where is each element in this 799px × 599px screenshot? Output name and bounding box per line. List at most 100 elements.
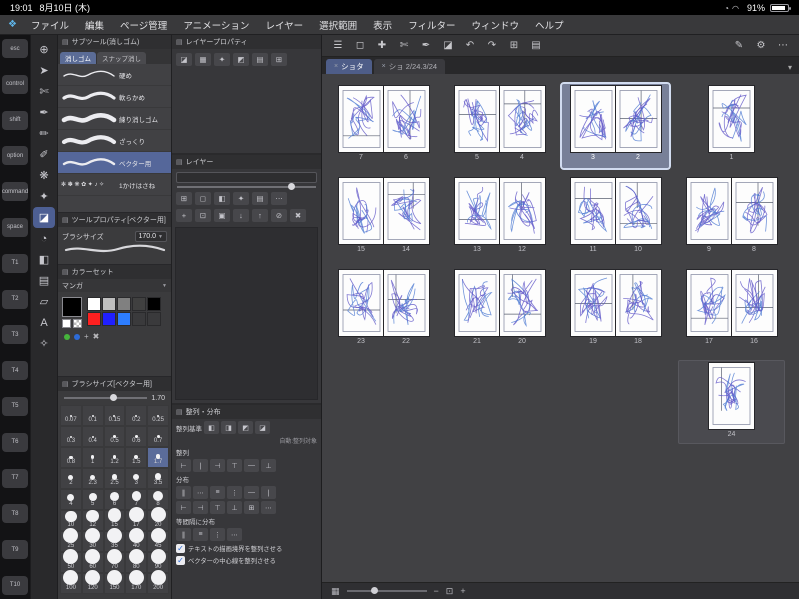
subtool-item-軟らかめ[interactable]: 軟らかめ xyxy=(58,86,171,108)
edge-key-T8[interactable]: T8 xyxy=(2,504,28,524)
brush-size-preset-0.3[interactable]: 0.3 xyxy=(60,426,82,447)
align-text-bounds-checkbox[interactable]: ✓ テキストの描画境界を整列させる xyxy=(172,541,321,553)
color-swatch[interactable] xyxy=(102,312,116,326)
brush-size-preset-0.6[interactable]: 0.6 xyxy=(125,426,148,447)
menu-item-ファイル[interactable]: ファイル xyxy=(23,18,77,32)
move-icon[interactable]: ✚ xyxy=(372,37,392,54)
color-swatch[interactable] xyxy=(147,297,161,311)
brush-size-preset-3[interactable]: 3 xyxy=(125,468,148,489)
page-spread-17-16[interactable]: 17 16 xyxy=(678,268,785,352)
edge-key-option[interactable]: option xyxy=(2,146,28,166)
edge-key-T4[interactable]: T4 xyxy=(2,361,28,381)
brush-size-preset-0.2[interactable]: 0.2 xyxy=(125,405,148,426)
page-spread-13-12[interactable]: 13 12 xyxy=(446,176,553,260)
edge-key-control[interactable]: control xyxy=(2,74,28,94)
brush-size-preset-0.15[interactable]: 0.15 xyxy=(103,405,126,426)
brush-size-preset-1[interactable]: 1 xyxy=(81,447,104,468)
edge-key-T2[interactable]: T2 xyxy=(2,289,28,309)
clip-icon[interactable]: ◧ xyxy=(214,192,230,205)
page-spread-1[interactable]: 1 xyxy=(678,84,785,168)
delete-color-icon[interactable]: ✖ xyxy=(93,332,100,341)
dist-grid-icon[interactable]: ⊞ xyxy=(244,501,259,514)
brush-size-preset-5[interactable]: 5 xyxy=(81,489,104,510)
menu-item-レイヤー[interactable]: レイヤー xyxy=(257,18,311,32)
brush-size-preset-0.4[interactable]: 0.4 xyxy=(81,426,104,447)
align-bottom-icon[interactable]: ⊥ xyxy=(261,459,276,472)
color-swatch[interactable] xyxy=(87,312,101,326)
edge-key-esc[interactable]: esc xyxy=(2,39,28,58)
brush-size-preset-0.1[interactable]: 0.1 xyxy=(81,405,104,426)
brush-size-preset-1.7[interactable]: 1.7 xyxy=(147,447,169,468)
material-icon[interactable]: ▤ xyxy=(526,37,546,54)
extract-line-icon[interactable]: ✦ xyxy=(214,53,230,66)
menu-item-表示[interactable]: 表示 xyxy=(365,18,400,32)
move-up-icon[interactable]: ↑ xyxy=(252,209,268,222)
brush-size-preset-1.5[interactable]: 1.5 xyxy=(125,447,148,468)
pen-tool-icon[interactable]: ✒ xyxy=(33,102,55,123)
brush-size-preset-170[interactable]: 170 xyxy=(125,570,148,594)
align-vcenter-icon[interactable]: — xyxy=(244,459,259,472)
color-swatch[interactable] xyxy=(117,297,131,311)
layer-color-icon[interactable]: ◩ xyxy=(233,53,249,66)
align-right-icon[interactable]: ⊣ xyxy=(210,459,225,472)
slider-knob[interactable] xyxy=(288,183,296,190)
blend-tool-icon[interactable]: ◔ xyxy=(33,228,55,249)
collapse-chevron-icon[interactable]: ▾ xyxy=(788,63,795,74)
brush-size-preset-100[interactable]: 100 xyxy=(60,570,82,594)
basis-canvas-icon[interactable]: ◧ xyxy=(204,421,219,434)
pencil-tool-icon[interactable]: ✏ xyxy=(33,123,55,144)
brush-size-value[interactable]: 170.0 ▼ xyxy=(134,231,167,242)
transfer-icon[interactable]: ⊘ xyxy=(271,209,287,222)
operation-tool-icon[interactable]: ➤ xyxy=(33,60,55,81)
grid-icon[interactable]: ⊞ xyxy=(271,53,287,66)
close-tab-icon[interactable]: × xyxy=(334,63,338,70)
equal-vs-icon[interactable]: ⋯ xyxy=(227,528,242,541)
merge-down-icon[interactable]: ↓ xyxy=(233,209,249,222)
subtool-item-硬め[interactable]: 硬め xyxy=(58,64,171,86)
subtool-tab-消しゴム[interactable]: 消しゴム xyxy=(60,52,96,64)
color-swatch[interactable] xyxy=(132,297,146,311)
edge-key-T6[interactable]: T6 xyxy=(2,432,28,452)
menu-item-選択範囲[interactable]: 選択範囲 xyxy=(311,18,365,32)
brush-size-preset-0.8[interactable]: 0.8 xyxy=(60,447,82,468)
brush-size-preset-200[interactable]: 200 xyxy=(147,570,169,594)
page-spread-21-20[interactable]: 21 20 xyxy=(446,268,553,352)
brush-size-preset-3.5[interactable]: 3.5 xyxy=(147,468,169,489)
color-swatch[interactable] xyxy=(87,297,101,311)
main-color-chip[interactable] xyxy=(62,297,82,317)
undo-icon[interactable]: ↶ xyxy=(460,37,480,54)
settings-icon[interactable]: ⚙ xyxy=(751,37,771,54)
dist-h-gap-icon[interactable]: ⊢ xyxy=(176,501,191,514)
lock-icon[interactable]: ◻ xyxy=(195,192,211,205)
airbrush-tool-icon[interactable]: ❋ xyxy=(33,165,55,186)
dist-bottom-icon[interactable]: ∣ xyxy=(261,486,276,499)
page-spread-7-6[interactable]: 76 xyxy=(330,84,437,168)
figure-tool-icon[interactable]: ▱ xyxy=(33,291,55,312)
menu-item-アニメーション[interactable]: アニメーション xyxy=(175,18,257,32)
effect-icon[interactable]: ✦ xyxy=(233,192,249,205)
color-swatch[interactable] xyxy=(147,312,161,326)
transparent-color-chip[interactable] xyxy=(73,319,82,328)
border-effect-icon[interactable]: ◪ xyxy=(176,53,192,66)
brush-size-preset-120[interactable]: 120 xyxy=(81,570,104,594)
edge-key-space[interactable]: space xyxy=(2,217,28,237)
eraser-tool-icon[interactable]: ◪ xyxy=(33,207,55,228)
edge-key-T5[interactable]: T5 xyxy=(2,396,28,416)
equal-v-icon[interactable]: ≡ xyxy=(193,528,208,541)
edge-key-T9[interactable]: T9 xyxy=(2,540,28,560)
brush-size-preset-1.2[interactable]: 1.2 xyxy=(103,447,126,468)
basis-selection-icon[interactable]: ◨ xyxy=(221,421,236,434)
expression-color-icon[interactable]: ▤ xyxy=(252,53,268,66)
add-color-icon[interactable]: + xyxy=(84,332,89,341)
color-swatch[interactable] xyxy=(102,297,116,311)
delete-icon[interactable]: ✖ xyxy=(290,209,306,222)
color-set-preset-dropdown[interactable]: マンガ ▼ xyxy=(58,279,171,292)
fill-tool-icon[interactable]: ◧ xyxy=(33,249,55,270)
menu-item-ウィンドウ[interactable]: ウィンドウ xyxy=(464,18,528,32)
app-logo-icon[interactable]: ❖ xyxy=(8,19,17,30)
brush-size-preset-2[interactable]: 2 xyxy=(60,468,82,489)
brush-size-preset-6[interactable]: 6 xyxy=(103,489,126,510)
slider-knob[interactable] xyxy=(370,587,378,594)
zoom-in-icon[interactable]: + xyxy=(460,586,465,596)
new-layer-icon[interactable]: + xyxy=(176,209,192,222)
